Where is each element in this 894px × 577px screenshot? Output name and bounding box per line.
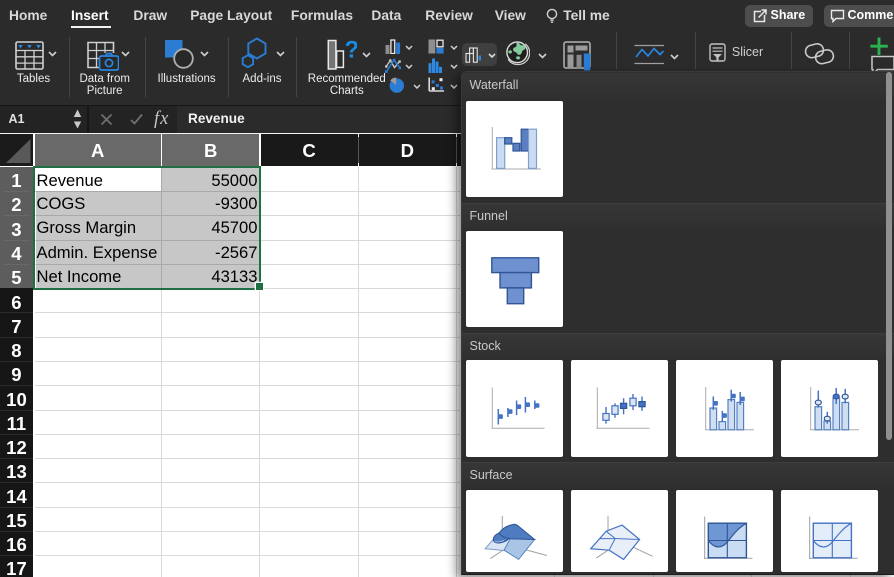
svg-text:?: ? [344,39,357,64]
